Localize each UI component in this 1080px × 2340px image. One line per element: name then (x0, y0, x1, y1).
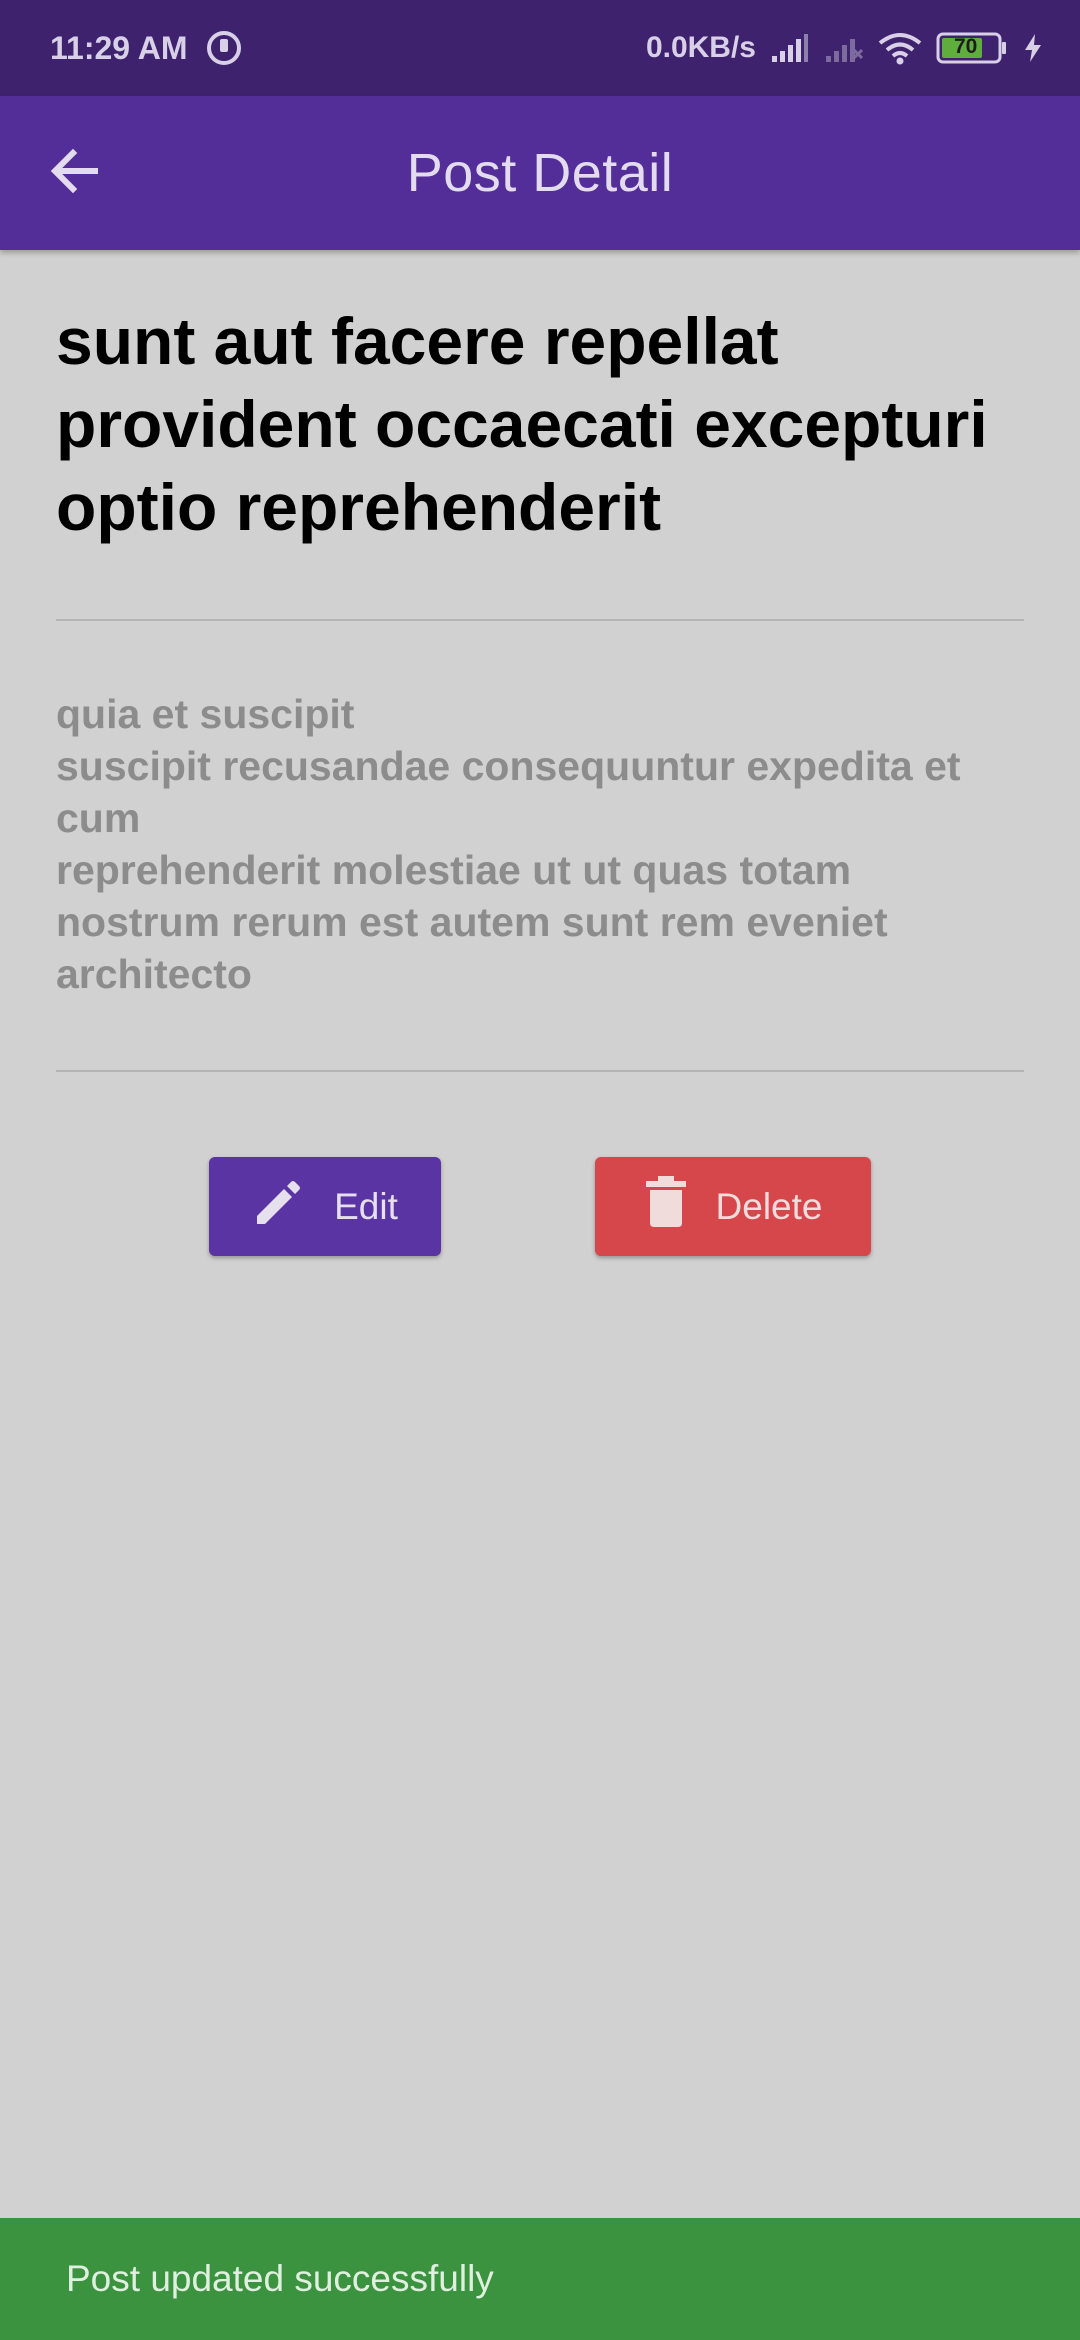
divider (56, 619, 1024, 621)
signal-off-icon (824, 32, 864, 64)
status-bar: 11:29 AM 0.0KB/s 70 (0, 0, 1080, 96)
signal-icon (770, 32, 810, 64)
edit-button-label: Edit (334, 1185, 398, 1227)
back-button[interactable] (40, 139, 108, 207)
delete-button[interactable]: Delete (595, 1157, 871, 1256)
post-title: sunt aut facere repellat provident occae… (56, 304, 988, 544)
battery-icon: 70 (936, 32, 1008, 64)
trash-icon (644, 1175, 688, 1238)
wifi-icon (878, 31, 922, 65)
charging-icon (1022, 32, 1044, 64)
status-right: 0.0KB/s 70 (646, 31, 1044, 65)
arrow-back-icon (49, 146, 99, 201)
status-left: 11:29 AM (50, 30, 242, 67)
delete-button-label: Delete (715, 1185, 823, 1227)
sync-icon (206, 30, 242, 66)
snackbar-message: Post updated successfully (66, 2258, 494, 2299)
app-bar: Post Detail (0, 96, 1080, 250)
post-body: quia et suscipit suscipit recusandae con… (56, 691, 961, 997)
battery-level: 70 (954, 35, 978, 58)
pencil-icon (252, 1175, 306, 1238)
divider (56, 1070, 1024, 1072)
edit-button[interactable]: Edit (209, 1157, 441, 1256)
snackbar: Post updated successfully (0, 2218, 1080, 2340)
network-speed: 0.0KB/s (645, 31, 756, 64)
page-title: Post Detail (406, 143, 674, 203)
post-content: sunt aut facere repellat provident occae… (56, 300, 1024, 549)
post-detail-screen: 11:29 AM 0.0KB/s 70 Post Detail sunt aut… (0, 0, 1080, 2340)
status-time: 11:29 AM (50, 29, 188, 66)
